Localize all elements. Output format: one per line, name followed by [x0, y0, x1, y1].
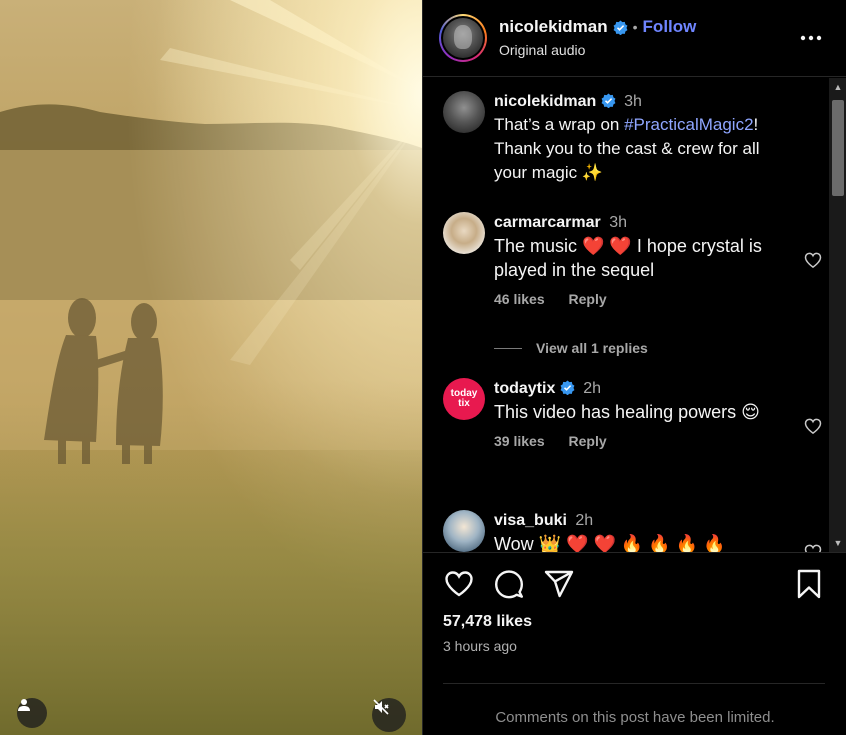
video-frame-illustration	[0, 0, 422, 735]
author-avatar[interactable]	[443, 18, 483, 58]
comment-username[interactable]: visa_buki	[494, 512, 567, 529]
mute-button[interactable]	[372, 698, 406, 732]
post-timestamp[interactable]: 3 hours ago	[443, 638, 517, 654]
comment-text: Wow 👑 ❤️ ❤️ 🔥 🔥 🔥 🔥	[494, 534, 726, 552]
post-video[interactable]	[0, 0, 422, 735]
user-tag-icon	[18, 699, 30, 711]
comment-username[interactable]: todaytix	[494, 380, 555, 397]
more-options-icon	[800, 35, 822, 41]
comment-username[interactable]: carmarcarmar	[494, 214, 601, 231]
view-replies-label[interactable]: View all 1 replies	[536, 340, 648, 356]
todaytix-logo-text: today tix	[450, 388, 478, 409]
heart-icon[interactable]	[803, 416, 823, 436]
reply-button[interactable]: Reply	[569, 291, 607, 307]
caption-text-start: That’s a wrap on	[494, 115, 625, 134]
caption-hashtag-link[interactable]: #PracticalMagic2	[624, 115, 753, 134]
commenter-avatar[interactable]	[443, 212, 485, 254]
comments-limited-notice: Comments on this post have been limited.	[495, 709, 775, 726]
comment-text: The music ❤️ ❤️ I hope crystal is played…	[494, 236, 762, 280]
post-actions: 57,478 likes 3 hours ago Comments on thi…	[423, 552, 846, 735]
comment-text: This video has healing powers 😌	[494, 402, 760, 422]
scrollbar-thumb[interactable]	[832, 100, 844, 196]
heart-icon[interactable]	[803, 542, 823, 552]
comment-bubble-icon[interactable]	[493, 568, 525, 600]
caption-text: That’s a wrap on #PracticalMagic2! Thank…	[494, 113, 794, 185]
audio-label[interactable]: Original audio	[499, 42, 585, 58]
post-header: nicolekidman • Follow Original audio	[423, 0, 846, 77]
replies-divider	[494, 347, 522, 349]
separator-dot: •	[632, 19, 638, 35]
speaker-muted-icon	[373, 699, 389, 715]
verified-badge-icon	[613, 19, 628, 35]
caption-username[interactable]: nicolekidman	[494, 93, 596, 110]
reply-button[interactable]: Reply	[569, 433, 607, 449]
author-username[interactable]: nicolekidman	[499, 17, 608, 37]
scroll-up-arrow-icon[interactable]: ▲	[829, 78, 846, 96]
heart-icon[interactable]	[803, 250, 823, 270]
commenter-avatar[interactable]: today tix	[443, 378, 485, 420]
heart-icon[interactable]	[443, 568, 475, 600]
bookmark-icon[interactable]	[793, 568, 825, 600]
comment-likes-count[interactable]: 39 likes	[494, 433, 545, 449]
comments-list[interactable]: nicolekidman 3h That’s a wrap on #Practi…	[423, 78, 846, 552]
user-tag-button[interactable]	[17, 698, 47, 728]
comments-scrollbar[interactable]: ▲ ▼	[829, 78, 846, 552]
comment-likes-count[interactable]: 46 likes	[494, 291, 545, 307]
story-ring[interactable]	[439, 14, 487, 62]
author-row: nicolekidman • Follow	[499, 17, 696, 37]
follow-button[interactable]: Follow	[643, 17, 697, 37]
comment-time[interactable]: 2h	[583, 380, 601, 397]
post-side-panel: nicolekidman • Follow Original audio nic…	[422, 0, 846, 735]
comment-time[interactable]: 2h	[575, 512, 593, 529]
verified-badge-icon	[560, 380, 575, 395]
divider	[443, 683, 825, 684]
more-options-button[interactable]	[799, 28, 823, 48]
caption-time[interactable]: 3h	[624, 93, 642, 110]
view-replies-button[interactable]: View all 1 replies	[494, 340, 648, 356]
verified-badge-icon	[601, 93, 616, 108]
commenter-avatar[interactable]	[443, 510, 485, 552]
paper-plane-icon[interactable]	[543, 568, 575, 600]
scroll-down-arrow-icon[interactable]: ▼	[829, 534, 846, 552]
likes-count[interactable]: 57,478 likes	[443, 613, 532, 631]
caption-avatar[interactable]	[443, 91, 485, 133]
comment-time[interactable]: 3h	[609, 214, 627, 231]
